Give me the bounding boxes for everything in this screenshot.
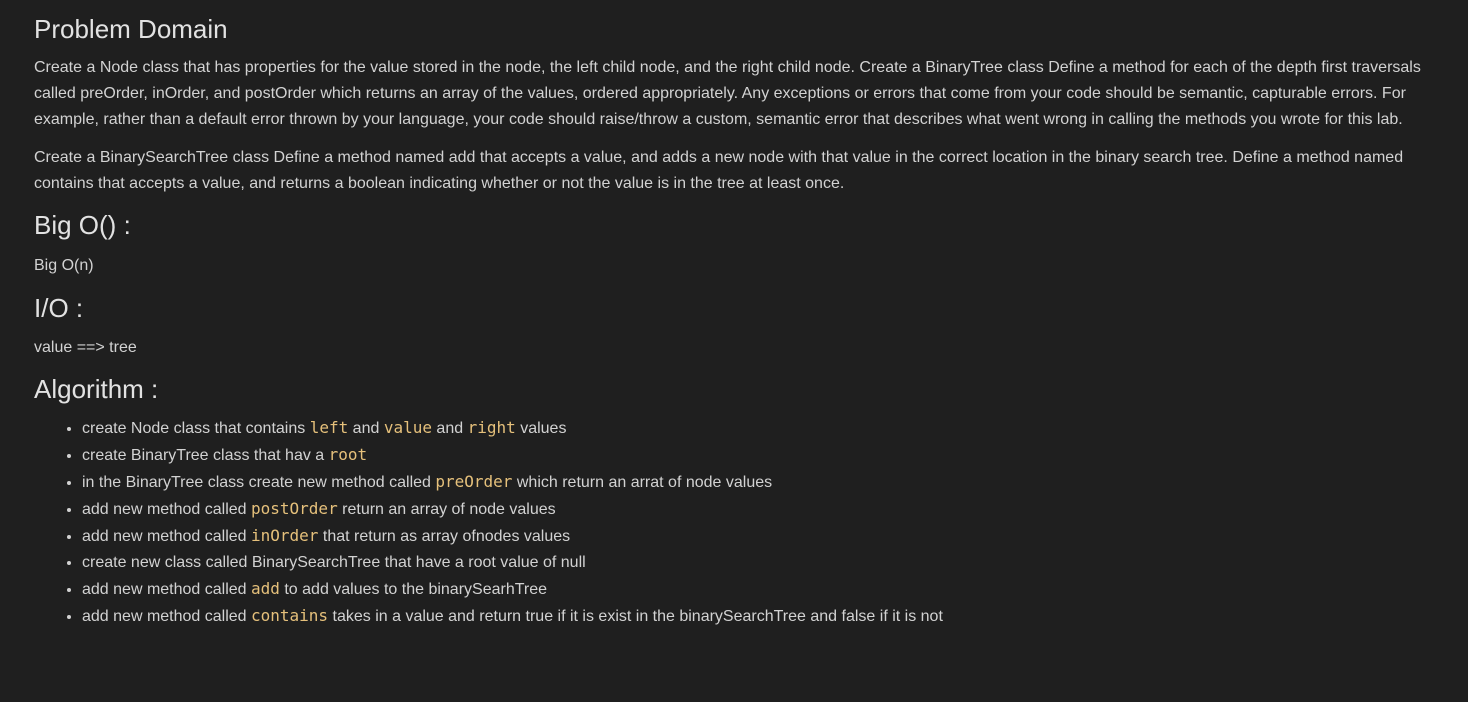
code-left: left (309, 418, 349, 437)
step-text: add new method called (82, 581, 251, 598)
algorithm-step-bst-class: create new class called BinarySearchTree… (82, 550, 1444, 576)
big-o-heading: Big O() : (34, 210, 131, 240)
readme-document: Problem Domain Create a Node class that … (0, 0, 1468, 630)
problem-paragraph-2: Create a BinarySearchTree class Define a… (34, 149, 1404, 192)
algorithm-step-preorder: in the BinaryTree class create new metho… (82, 469, 1444, 496)
code-preorder: preOrder (435, 472, 513, 491)
algorithm-step-postorder: add new method called postOrder return a… (82, 496, 1444, 523)
step-text: which return an arrat of node values (512, 474, 773, 491)
algorithm-list: create Node class that contains left and… (34, 415, 1444, 630)
code-contains: contains (251, 606, 329, 625)
io-heading: I/O : (34, 293, 84, 323)
algorithm-step-node-class: create Node class that contains left and… (82, 415, 1444, 442)
step-text: takes in a value and return true if it i… (328, 608, 943, 625)
step-text: that return as array ofnodes values (318, 528, 571, 545)
step-text: and (431, 420, 468, 437)
code-value: value (383, 418, 432, 437)
step-text: in the BinaryTree class create new metho… (82, 474, 436, 491)
algorithm-step-inorder: add new method called inOrder that retur… (82, 523, 1444, 550)
algorithm-step-contains: add new method called contains takes in … (82, 603, 1444, 630)
code-add: add (251, 579, 280, 598)
step-text: add new method called (82, 608, 251, 625)
code-right: right (467, 418, 516, 437)
step-text: add new method called (82, 501, 251, 518)
code-inorder: inOrder (251, 526, 319, 545)
io-text: value ==> tree (34, 339, 137, 356)
step-text: create Node class that contains (82, 420, 310, 437)
step-text: create new class called BinarySearchTree… (82, 554, 586, 571)
step-text: to add values to the binarySearhTree (279, 581, 548, 598)
algorithm-step-add: add new method called add to add values … (82, 576, 1444, 603)
step-text: create BinaryTree class that hav a (82, 447, 329, 464)
big-o-text: Big O(n) (34, 257, 94, 274)
problem-domain-heading: Problem Domain (34, 14, 228, 44)
algorithm-heading: Algorithm : (34, 374, 159, 404)
problem-paragraph-1: Create a Node class that has properties … (34, 59, 1421, 128)
algorithm-step-binary-tree: create BinaryTree class that hav a root (82, 442, 1444, 469)
step-text: values (515, 420, 567, 437)
code-postorder: postOrder (251, 499, 338, 518)
step-text: and (348, 420, 384, 437)
code-root: root (328, 445, 368, 464)
step-text: return an array of node values (337, 501, 556, 518)
step-text: add new method called (82, 528, 251, 545)
